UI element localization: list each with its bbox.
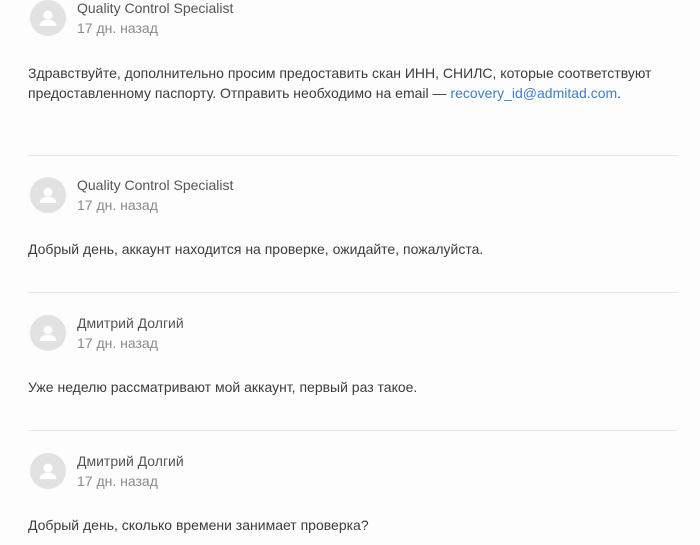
comment-header: Quality Control Specialist 17 дн. назад [28, 177, 678, 217]
comment-timestamp: 17 дн. назад [77, 20, 158, 36]
comment-header: Дмитрий Долгий 17 дн. назад [28, 453, 678, 493]
comment-item: Quality Control Specialist 17 дн. назад … [28, 177, 678, 257]
comment-author[interactable]: Дмитрий Долгий [77, 315, 184, 332]
comment-thread: Quality Control Specialist 17 дн. назад … [0, 0, 700, 545]
comment-author[interactable]: Quality Control Specialist [77, 0, 233, 17]
comment-text: Здравствуйте, дополнительно просим предо… [28, 63, 688, 103]
comment-text: Добрый день, сколько времени занимает пр… [28, 517, 369, 533]
comment-divider [28, 430, 678, 431]
comment-header: Дмитрий Долгий 17 дн. назад [28, 315, 678, 355]
comment-author[interactable]: Дмитрий Долгий [77, 453, 184, 470]
user-avatar-icon[interactable] [30, 0, 66, 36]
comment-text: Добрый день, аккаунт находится на провер… [28, 241, 484, 257]
user-avatar-icon[interactable] [30, 453, 66, 489]
email-link[interactable]: recovery_id@admitad.com [450, 85, 617, 101]
comment-divider [28, 155, 678, 156]
comment-timestamp: 17 дн. назад [77, 473, 158, 489]
comment-timestamp: 17 дн. назад [77, 335, 158, 351]
user-avatar-icon[interactable] [30, 315, 66, 351]
comment-author[interactable]: Quality Control Specialist [77, 177, 233, 194]
comment-text: Уже неделю рассматривают мой аккаунт, пе… [28, 379, 418, 395]
comment-timestamp: 17 дн. назад [77, 197, 158, 213]
user-avatar-icon[interactable] [30, 177, 66, 213]
comment-item: Quality Control Specialist 17 дн. назад … [28, 0, 678, 101]
comment-header: Quality Control Specialist 17 дн. назад [28, 0, 678, 40]
comment-divider [28, 292, 678, 293]
comment-text-part: . [617, 85, 622, 101]
comment-item: Дмитрий Долгий 17 дн. назад Уже неделю р… [28, 315, 678, 395]
comment-item: Дмитрий Долгий 17 дн. назад Добрый день,… [28, 453, 678, 533]
